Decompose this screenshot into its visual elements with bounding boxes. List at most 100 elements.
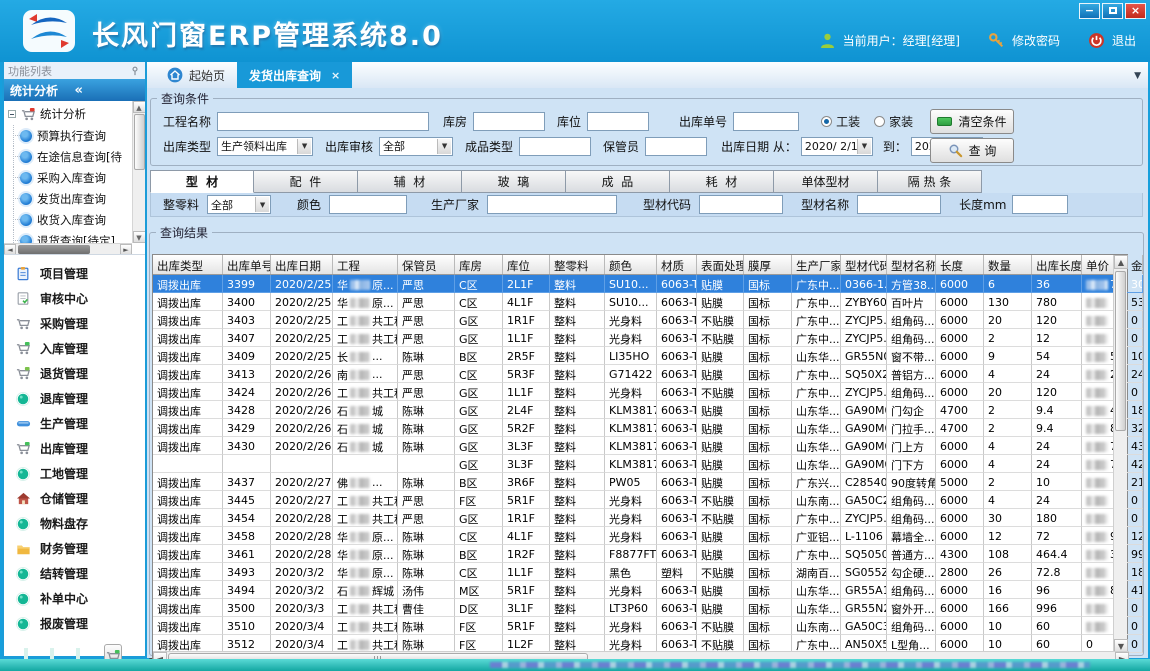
sidebar-item-入库管理[interactable]: 入库管理: [4, 336, 145, 361]
minimize-button[interactable]: −: [1079, 3, 1100, 19]
table-row[interactable]: 调拨出库34942020/3/2石辉城汤伟M区5R1F整料光身料6063-T5贴…: [153, 581, 1127, 599]
material-tab-辅材[interactable]: 辅 材: [358, 170, 462, 193]
sidebar-item-工地管理[interactable]: 工地管理: [4, 461, 145, 486]
scrollbar-thumb[interactable]: [1115, 271, 1126, 431]
sidebar-item-生产管理[interactable]: 生产管理: [4, 411, 145, 436]
sidebar-item-报废管理[interactable]: 报废管理: [4, 611, 145, 636]
audit-select[interactable]: 全部▼: [379, 137, 453, 156]
material-tab-单体型材[interactable]: 单体型材: [774, 170, 878, 193]
tab-overflow-chevron-icon[interactable]: ▼: [1134, 71, 1141, 81]
table-row[interactable]: 调拨出库34292020/2/26石城陈琳G区5R2F整料KLM38176063…: [153, 419, 1127, 437]
tree-item-预算执行查询[interactable]: 预算执行查询: [6, 125, 132, 146]
material-tab-隔热条[interactable]: 隔 热 条: [878, 170, 982, 193]
date-from-picker[interactable]: 2020/ 2/16▼: [801, 137, 873, 156]
table-row[interactable]: 调拨出库35002020/3/3工共工程曹佳D区3L1F整料LT3P606063…: [153, 599, 1127, 617]
whole-select[interactable]: 全部▼: [207, 195, 271, 214]
material-tab-耗材[interactable]: 耗 材: [670, 170, 774, 193]
tree-item-在途信息查询[待[interactable]: 在途信息查询[待: [6, 146, 132, 167]
column-header-表面处理[interactable]: 表面处理: [697, 255, 744, 274]
tab-起始页[interactable]: 起始页: [155, 62, 237, 88]
tree-item-退货查询[待定][interactable]: 退货查询[待定]: [6, 230, 132, 243]
table-row[interactable]: G区3L3F整料KLM38176063-T5贴膜国标山东华...GA90M09.…: [153, 455, 1127, 473]
profile-code-input[interactable]: [699, 195, 783, 214]
pin-icon[interactable]: [129, 65, 141, 77]
maximize-button[interactable]: [1102, 3, 1123, 19]
sidebar-item-补单中心[interactable]: 补单中心: [4, 586, 145, 611]
column-header-型材代码[interactable]: 型材代码: [841, 255, 887, 274]
radio-jiazhuang[interactable]: [874, 116, 885, 127]
sidebar-item-出库管理[interactable]: 出库管理: [4, 436, 145, 461]
collapse-icon[interactable]: «: [75, 83, 140, 98]
sidebar-item-物料盘存[interactable]: 物料盘存: [4, 511, 145, 536]
project-name-input[interactable]: [217, 112, 429, 131]
tree-root-statistics[interactable]: 统计分析: [6, 103, 132, 125]
sidebar-item-结转管理[interactable]: 结转管理: [4, 561, 145, 586]
column-header-工程[interactable]: 工程: [333, 255, 398, 274]
column-header-出库长度[interactable]: 出库长度: [1032, 255, 1082, 274]
tree-item-发货出库查询[interactable]: 发货出库查询: [6, 188, 132, 209]
column-header-金[interactable]: 金: [1127, 255, 1143, 274]
table-row[interactable]: 调拨出库34032020/2/25工共工程严思G区1R1F整料光身料6063-T…: [153, 311, 1127, 329]
scrollbar-thumb[interactable]: [134, 114, 145, 170]
table-row[interactable]: 调拨出库34582020/2/28华原...陈琳C区4L1F整料光身料6063-…: [153, 527, 1127, 545]
tree-item-采购入库查询[interactable]: 采购入库查询: [6, 167, 132, 188]
column-header-长度[interactable]: 长度: [936, 255, 984, 274]
sidebar-item-审核中心[interactable]: 审核中心: [4, 286, 145, 311]
logout-link[interactable]: 退出: [1112, 32, 1136, 49]
table-row[interactable]: 调拨出库34452020/2/27工共工程严思F区5R1F整料光身料6063-T…: [153, 491, 1127, 509]
radio-gongzhuang-label[interactable]: 工装: [836, 113, 860, 130]
column-header-整零料[interactable]: 整零料: [550, 255, 605, 274]
column-header-颜色[interactable]: 颜色: [605, 255, 657, 274]
table-row[interactable]: 调拨出库34132020/2/26南...严思C区5R3F整料G71422606…: [153, 365, 1127, 383]
tab-close-icon[interactable]: ×: [331, 69, 340, 82]
out-type-select[interactable]: 生产领料出库▼: [217, 137, 313, 156]
table-row[interactable]: 调拨出库34542020/2/28工共工程严思G区1R1F整料光身料6063-T…: [153, 509, 1127, 527]
sidebar-item-退库管理[interactable]: 退库管理: [4, 386, 145, 411]
column-header-型材名称[interactable]: 型材名称: [887, 255, 936, 274]
material-tab-配件[interactable]: 配 件: [254, 170, 358, 193]
scroll-left-icon[interactable]: ◄: [4, 244, 16, 255]
profile-name-input[interactable]: [857, 195, 941, 214]
column-header-保管员[interactable]: 保管员: [398, 255, 455, 274]
tab-发货出库查询[interactable]: 发货出库查询×: [237, 62, 352, 88]
grid-vertical-scrollbar[interactable]: ▲ ▼: [1113, 255, 1127, 653]
table-row[interactable]: 调拨出库33992020/2/25华原...严思C区2L1F整料SU10...6…: [153, 275, 1127, 293]
scroll-up-icon[interactable]: ▲: [133, 101, 146, 113]
sidebar-item-项目管理[interactable]: 项目管理: [4, 261, 145, 286]
change-password-link[interactable]: 修改密码: [1012, 32, 1060, 49]
tree-item-收货入库查询[interactable]: 收货入库查询: [6, 209, 132, 230]
order-no-input[interactable]: [733, 112, 799, 131]
column-header-库位[interactable]: 库位: [503, 255, 550, 274]
color-input[interactable]: [329, 195, 407, 214]
table-row[interactable]: 调拨出库34282020/2/26石城陈琳G区2L4F整料KLM38176063…: [153, 401, 1127, 419]
column-header-出库日期[interactable]: 出库日期: [271, 255, 333, 274]
material-tab-型材[interactable]: 型 材: [150, 170, 254, 193]
table-row[interactable]: 调拨出库34302020/2/26石城陈琳G区3L3F整料KLM38176063…: [153, 437, 1127, 455]
length-input[interactable]: [1012, 195, 1068, 214]
column-header-出库类型[interactable]: 出库类型: [153, 255, 223, 274]
table-row[interactable]: 调拨出库34072020/2/25工共工程严思G区1L1F整料光身料6063-T…: [153, 329, 1127, 347]
column-header-膜厚[interactable]: 膜厚: [744, 255, 792, 274]
table-row[interactable]: 调拨出库35102020/3/4工共工程陈琳F区5R1F整料光身料6063-T5…: [153, 617, 1127, 635]
sidebar-item-采购管理[interactable]: 采购管理: [4, 311, 145, 336]
sidebar-section-header[interactable]: 统计分析 «: [4, 79, 145, 101]
scroll-up-icon[interactable]: ▲: [1114, 255, 1128, 269]
sidebar-item-财务管理[interactable]: 财务管理: [4, 536, 145, 561]
column-header-库房[interactable]: 库房: [455, 255, 503, 274]
column-header-数量[interactable]: 数量: [984, 255, 1032, 274]
column-header-出库单号[interactable]: 出库单号: [223, 255, 271, 274]
table-row[interactable]: 调拨出库34092020/2/25长...陈琳B区2R5F整料LI35HO606…: [153, 347, 1127, 365]
keeper-input[interactable]: [645, 137, 707, 156]
product-type-input[interactable]: [519, 137, 591, 156]
column-header-材质[interactable]: 材质: [657, 255, 697, 274]
material-tab-玻璃[interactable]: 玻 璃: [462, 170, 566, 193]
warehouse-input[interactable]: [473, 112, 545, 131]
table-row[interactable]: 调拨出库34372020/2/27佛...陈琳B区3R6F整料PW056063-…: [153, 473, 1127, 491]
radio-jiazhuang-label[interactable]: 家装: [889, 113, 913, 130]
maker-input[interactable]: [487, 195, 617, 214]
scroll-down-icon[interactable]: ▼: [133, 231, 146, 243]
sidebar-item-退货管理[interactable]: 退货管理: [4, 361, 145, 386]
scroll-right-icon[interactable]: ►: [120, 244, 132, 255]
scrollbar-thumb[interactable]: [18, 245, 90, 254]
search-button[interactable]: 查 询: [930, 138, 1014, 163]
